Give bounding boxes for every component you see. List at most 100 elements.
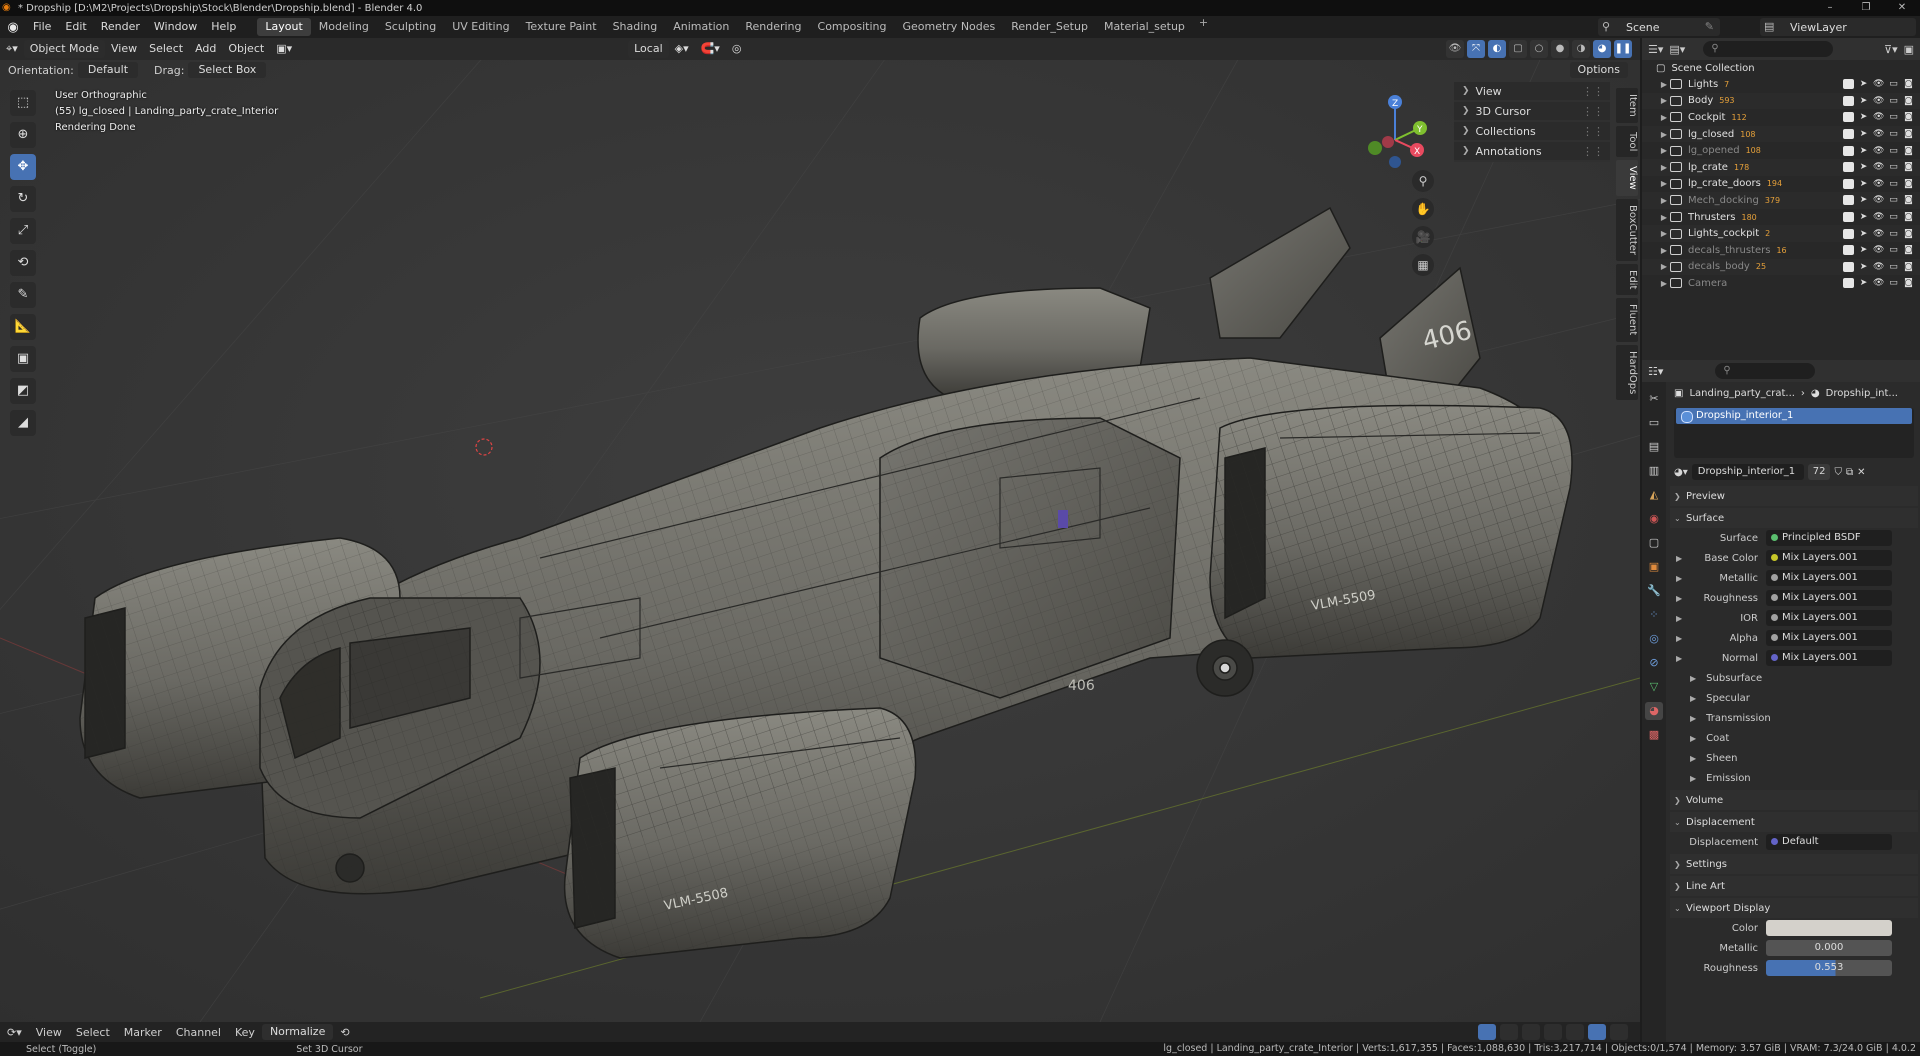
render-camera-icon[interactable]: ◙ (1903, 112, 1914, 122)
grid-view-icon[interactable]: ▦ (1412, 254, 1434, 276)
visibility-eye-icon[interactable]: 👁 (1873, 162, 1884, 172)
outliner-editor-icon[interactable]: ☰▾ (1648, 43, 1663, 56)
transform-orientation-dropdown[interactable]: Local (628, 40, 669, 58)
scene-selector[interactable]: ⚲ Scene ✎ (1598, 18, 1720, 36)
shader-subpanel[interactable]: ▶ Transmission (1670, 708, 1918, 728)
unlink-material-icon[interactable]: ✕ (1857, 467, 1865, 478)
viewport-monitor-icon[interactable]: ▭ (1888, 146, 1899, 156)
errors-icon[interactable] (1522, 1024, 1540, 1040)
gizmo-toggle-icon[interactable]: ⤧ (1467, 40, 1485, 58)
render-camera-icon[interactable]: ◙ (1903, 96, 1914, 106)
sidebar-tab-item[interactable]: Item (1616, 88, 1638, 123)
modifier-tab-icon[interactable]: 🔧 (1645, 582, 1663, 600)
maximize-button[interactable]: ❐ (1848, 0, 1884, 16)
shear-tool-icon[interactable]: ◢ (10, 410, 36, 436)
shader-subpanel[interactable]: ▶ Coat (1670, 728, 1918, 748)
pause-render-icon[interactable]: ❚❚ (1614, 40, 1632, 58)
outliner-row[interactable]: ▶ Lights_cockpit 2 ➤ 👁 ▭ ◙ (1642, 225, 1920, 242)
outliner-row[interactable]: ▶ decals_thrusters 16 ➤ 👁 ▭ ◙ (1642, 242, 1920, 259)
sidebar-tab-tool[interactable]: Tool (1616, 125, 1638, 158)
shader-subpanel[interactable]: ▶ Sheen (1670, 748, 1918, 768)
visibility-eye-icon[interactable]: 👁 (1873, 212, 1884, 222)
transform-tool-icon[interactable]: ⟲ (10, 250, 36, 276)
overlay-toggle-icon[interactable]: ◐ (1488, 40, 1506, 58)
shader-input-link-field[interactable]: Mix Layers.001 (1766, 630, 1892, 646)
outliner-row[interactable]: ▶ Body 593 ➤ 👁 ▭ ◙ (1642, 92, 1920, 110)
expand-arrow-icon[interactable]: ▶ (1658, 279, 1670, 288)
blender-menu-icon[interactable]: ◉ (0, 20, 26, 35)
exclude-checkbox[interactable] (1843, 129, 1854, 140)
constraints-tab-icon[interactable]: ⊘ (1645, 654, 1663, 672)
editor-type-icon[interactable]: ⌖▾ (0, 40, 24, 58)
material-browse-icon[interactable]: ◕▾ (1674, 467, 1688, 478)
view-layer-tab-icon[interactable]: ▥ (1645, 462, 1663, 480)
drag-grip-icon[interactable]: ⋮⋮ (1582, 125, 1604, 138)
npanel-collections[interactable]: ❯ Collections ⋮⋮ (1454, 122, 1610, 142)
data-tab-icon[interactable]: ▽ (1645, 678, 1663, 696)
world-tab-icon[interactable]: ◉ (1645, 510, 1663, 528)
filter-icon[interactable]: ⊽▾ (1884, 43, 1898, 56)
sidebar-tab-boxcutter[interactable]: BoxCutter (1616, 198, 1638, 261)
expand-arrow-icon[interactable]: ▶ (1658, 146, 1670, 155)
selectable-icon[interactable]: ➤ (1858, 96, 1869, 106)
cursor-tool-icon[interactable]: ⊕ (10, 122, 36, 148)
shader-subpanel[interactable]: ▶ Subsurface (1670, 668, 1918, 688)
viewport-monitor-icon[interactable]: ▭ (1888, 112, 1899, 122)
normalize-toggle[interactable]: Normalize (261, 1024, 334, 1040)
viewport-monitor-icon[interactable]: ▭ (1888, 278, 1899, 288)
display-mode-icon[interactable]: ▤▾ (1669, 43, 1685, 56)
material-name-field[interactable]: Dropship_interior_1 (1691, 464, 1804, 480)
new-collection-icon[interactable]: ▣ (1904, 43, 1914, 56)
outliner-row[interactable]: ▶ lp_crate 178 ➤ 👁 ▭ ◙ (1642, 158, 1920, 176)
expand-arrow-icon[interactable]: ▶ (1658, 179, 1670, 188)
tab-layout[interactable]: Layout (257, 18, 311, 36)
pan-hand-icon[interactable]: ✋ (1412, 198, 1434, 220)
tool-tab-icon[interactable]: ✂ (1645, 390, 1663, 408)
outliner-row[interactable]: ▶ lp_crate_doors 194 ➤ 👁 ▭ ◙ (1642, 176, 1920, 193)
selectable-icon[interactable]: ➤ (1858, 212, 1869, 222)
texture-tab-icon[interactable]: ▩ (1645, 726, 1663, 744)
menu-edit[interactable]: Edit (58, 16, 93, 38)
outliner-row[interactable]: ▶ Lights 7 ➤ 👁 ▭ ◙ (1642, 76, 1920, 93)
rendered-shading-icon[interactable]: ◕ (1593, 40, 1611, 58)
render-camera-icon[interactable]: ◙ (1903, 278, 1914, 288)
annotate-tool-icon[interactable]: ✎ (10, 282, 36, 308)
outliner-row[interactable]: ▶ lg_opened 108 ➤ 👁 ▭ ◙ (1642, 142, 1920, 159)
shader-input-link-field[interactable]: Mix Layers.001 (1766, 590, 1892, 606)
zoom-icon[interactable]: ⚲ (1412, 170, 1434, 192)
shader-input-link-field[interactable]: Mix Layers.001 (1766, 570, 1892, 586)
scene-collection[interactable]: ▢ Scene Collection (1642, 60, 1920, 76)
exclude-checkbox[interactable] (1843, 245, 1854, 256)
tab-animation[interactable]: Animation (665, 18, 737, 36)
selectable-icon[interactable]: ➤ (1858, 79, 1869, 89)
timeline-menu-view[interactable]: View (29, 1026, 69, 1039)
scale-tool-icon[interactable]: ⤢ (10, 218, 36, 244)
viewport-monitor-icon[interactable]: ▭ (1888, 229, 1899, 239)
move-tool-icon[interactable]: ✥ (10, 154, 36, 180)
outliner-search-input[interactable]: ⚲ (1703, 41, 1834, 57)
timeline-editor-icon[interactable]: ⟳▾ (0, 1026, 29, 1039)
expand-arrow-icon[interactable]: ▶ (1658, 113, 1670, 122)
section-surface[interactable]: ⌄ Surface (1670, 508, 1918, 528)
expand-arrow-icon[interactable]: ▶ (1658, 130, 1670, 139)
drag-dropdown[interactable]: Select Box (188, 62, 267, 78)
expand-arrow-icon[interactable]: ▶ (1676, 554, 1682, 563)
shader-subpanel[interactable]: ▶ Specular (1670, 688, 1918, 708)
menu-add[interactable]: Add (189, 40, 222, 58)
outliner-row[interactable]: ▶ Thrusters 180 ➤ 👁 ▭ ◙ (1642, 209, 1920, 226)
viewport-monitor-icon[interactable]: ▭ (1888, 129, 1899, 139)
breadcrumb-object[interactable]: Landing_party_crat... (1689, 388, 1794, 399)
sidebar-tab-fluent[interactable]: Fluent (1616, 298, 1638, 342)
pin-icon[interactable]: ✎ (1705, 20, 1714, 33)
record-icon[interactable] (1610, 1024, 1628, 1040)
measure-tool-icon[interactable]: 📐 (10, 314, 36, 340)
viewport-monitor-icon[interactable]: ▭ (1888, 162, 1899, 172)
timeline-menu-marker[interactable]: Marker (117, 1026, 169, 1039)
vd-metallic-field[interactable]: 0.000 (1766, 940, 1892, 956)
section-line-art[interactable]: ❯ Line Art (1670, 876, 1918, 896)
selectable-icon[interactable]: ➤ (1858, 245, 1869, 255)
visibility-eye-icon[interactable]: 👁 (1873, 262, 1884, 272)
expand-arrow-icon[interactable]: ▶ (1676, 594, 1682, 603)
physics-tab-icon[interactable]: ◎ (1645, 630, 1663, 648)
outliner-row[interactable]: ▶ Cockpit 112 ➤ 👁 ▭ ◙ (1642, 109, 1920, 126)
